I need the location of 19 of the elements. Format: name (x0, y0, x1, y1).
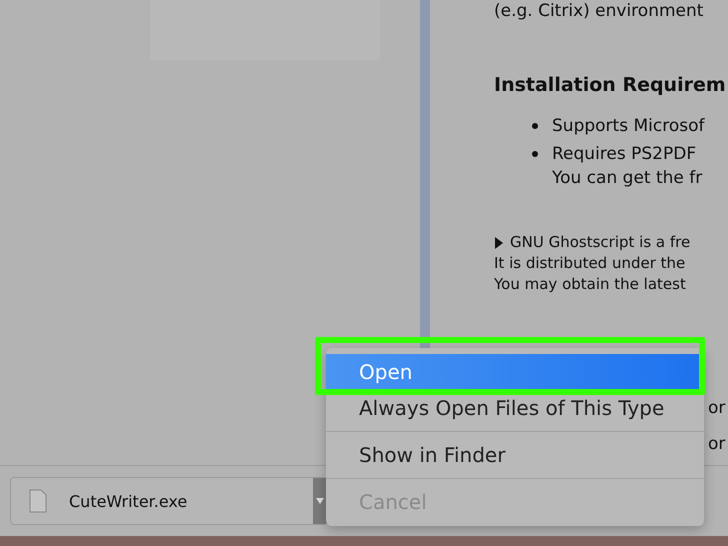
file-name: CuteWriter.exe (69, 492, 188, 510)
caret-icon[interactable] (313, 478, 327, 524)
paragraph-text: or (708, 398, 726, 418)
paragraph-text: GNU Ghostscript is a fre (510, 232, 690, 253)
list-item-text: Requires PS2PDF (552, 143, 698, 166)
list-item-text: You can get the fr (552, 167, 702, 190)
paragraph-text: You may obtain the latest (494, 274, 687, 295)
paragraph-text: It is distributed under the (494, 253, 686, 274)
list-item-text: Supports Microsof (552, 115, 704, 138)
file-icon (29, 489, 47, 513)
section-heading: Installation Requirem (494, 74, 727, 96)
menu-item[interactable]: Show in Finder (326, 437, 704, 473)
bullet-icon (532, 151, 538, 157)
menu-item[interactable]: Always Open Files of This Type (326, 390, 704, 426)
download-item[interactable]: CuteWriter.exe (10, 477, 328, 525)
play-icon (494, 236, 504, 250)
paragraph-text: (e.g. Citrix) environment (494, 0, 704, 22)
paragraph-text: or (708, 434, 726, 454)
bullet-icon (532, 123, 538, 129)
